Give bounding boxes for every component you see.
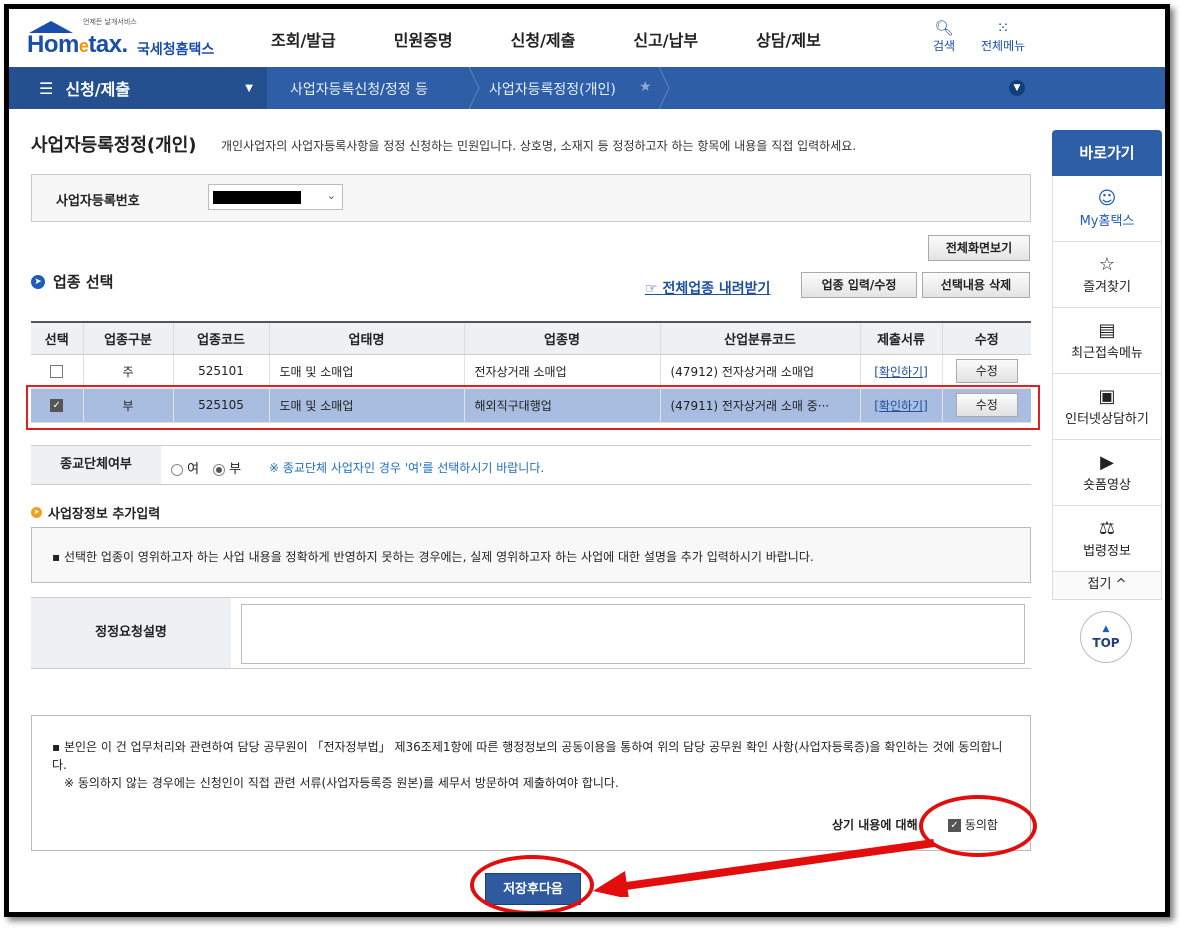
col-header-select: 선택 — [31, 321, 84, 355]
registration-number-select[interactable]: ⌄ — [208, 184, 343, 210]
row-industry: 전자상거래 소매업 — [464, 354, 661, 389]
row-docs-cell: [확인하기] — [860, 354, 943, 389]
consent-text: ▪ 본인은 이 건 업무처리와 관련하여 담당 공무원이 「전자정부법」 제36… — [52, 740, 1003, 772]
industry-input-button[interactable]: 업종 입력/수정 — [801, 272, 917, 298]
gnb-item-consult[interactable]: 상담/제보 — [756, 27, 821, 51]
extra-info-title: ➤ 사업장정보 추가입력 — [31, 503, 160, 522]
col-header-business: 업태명 — [269, 321, 465, 355]
rail-fold-button[interactable]: 접기 ^ — [1052, 572, 1162, 600]
menu-dropdown[interactable]: ☰ 신청/제출 ▼ — [9, 67, 267, 109]
hamburger-icon: ☰ — [39, 78, 54, 98]
col-header-edit: 수정 — [942, 321, 1031, 355]
arrow-circle-icon: ➤ — [31, 507, 42, 518]
correction-description-row: 정정요청설명 — [31, 597, 1031, 669]
col-header-class-code: 산업분류코드 — [660, 321, 861, 355]
row-edit-cell: 수정 — [942, 354, 1031, 389]
page-description: 개인사업자의 사업자등록사항을 정정 신청하는 민원입니다. 상호명, 소재지 … — [221, 139, 857, 153]
rail-item-online-consult[interactable]: ▣ 인터넷상담하기 — [1052, 374, 1162, 440]
grid-icon: ⁙ — [996, 19, 1010, 37]
religious-org-label: 종교단체여부 — [31, 446, 161, 484]
rail-item-favorites[interactable]: ☆ 즐겨찾기 — [1052, 242, 1162, 308]
chevron-down-icon[interactable]: ▼ — [1009, 80, 1025, 96]
breadcrumb-item-2[interactable]: 사업자등록정정(개인) — [489, 79, 616, 99]
row-checkbox[interactable] — [50, 365, 64, 378]
laptop-icon: ▣ — [1098, 386, 1116, 407]
annotation-circle-save — [470, 855, 594, 912]
edit-button[interactable]: 수정 — [955, 359, 1018, 383]
consent-question: 상기 내용에 대해 — [832, 818, 918, 832]
table-header-row: 선택 업종구분 업종코드 업태명 업종명 산업분류코드 제출서류 수정 — [31, 321, 1031, 355]
confirm-docs-link[interactable]: [확인하기] — [874, 365, 928, 379]
radio-yes-option[interactable]: 여 — [171, 458, 199, 477]
hometax-logo[interactable]: 언제든 날개서비스 Hometax. 국세청홈택스 — [27, 17, 227, 61]
gnb-item-report[interactable]: 신고/납부 — [633, 27, 698, 51]
breadcrumb-separator-icon — [468, 67, 480, 109]
registration-number-label: 사업자등록번호 — [56, 194, 140, 209]
global-nav: 조회/발급 민원증명 신청/제출 신고/납부 상담/제보 — [271, 27, 879, 51]
row-select-cell — [31, 354, 84, 389]
registration-number-box: 사업자등록번호 ⌄ — [31, 174, 1031, 222]
search-icon: 🔍︎ — [934, 19, 954, 37]
recent-search-icon: ▤ — [1098, 320, 1116, 341]
col-header-type: 업종구분 — [83, 321, 174, 355]
scroll-top-button[interactable]: ▲ TOP — [1080, 611, 1132, 663]
play-icon: ▶ — [1100, 452, 1114, 473]
gnb-item-certificate[interactable]: 민원증명 — [394, 27, 453, 51]
consent-box: ▪ 본인은 이 건 업무처리와 관련하여 담당 공무원이 「전자정부법」 제36… — [31, 715, 1031, 851]
gavel-icon: ⚖ — [1098, 518, 1116, 539]
rail-item-my-hometax[interactable]: ☺ My홈택스 — [1052, 176, 1162, 242]
correction-description-textarea[interactable] — [241, 604, 1025, 664]
breadcrumb-item-1[interactable]: 사업자등록신청/정정 등 — [290, 79, 428, 99]
fullscreen-button[interactable]: 전체화면보기 — [928, 235, 1030, 261]
row-type: 주 — [83, 354, 174, 389]
logo-wordmark: Hometax. — [27, 31, 128, 58]
gnb-item-inquiry[interactable]: 조회/발급 — [271, 27, 336, 51]
annotation-highlight-row — [26, 385, 1040, 430]
section-title-industry: ➤ 업종 선택 — [31, 271, 113, 292]
breadcrumb-bar: ☰ 신청/제출 ▼ 사업자등록신청/정정 등 사업자등록정정(개인) ★ ▼ — [9, 67, 1165, 109]
quick-links-rail: 바로가기 ☺ My홈택스 ☆ 즐겨찾기 ▤ 최근접속메뉴 ▣ 인터넷상담하기 ▶… — [1052, 130, 1162, 600]
logo-korean: 국세청홈택스 — [137, 42, 215, 58]
rail-item-recent-menu[interactable]: ▤ 최근접속메뉴 — [1052, 308, 1162, 374]
row-business: 도매 및 소매업 — [269, 354, 465, 389]
search-button[interactable]: 🔍︎ 검색 — [933, 19, 955, 54]
arrow-circle-icon: ➤ — [31, 274, 45, 289]
logo-tagline: 언제든 날개서비스 — [83, 18, 137, 26]
extra-info-notice: ▪ 선택한 업종이 영위하고자 하는 사업 내용을 정확하게 반영하지 못하는 … — [31, 527, 1031, 583]
col-header-docs: 제출서류 — [860, 321, 943, 355]
rail-item-shortform-video[interactable]: ▶ 숏폼영상 — [1052, 440, 1162, 506]
col-header-industry: 업종명 — [464, 321, 661, 355]
redacted-value — [213, 191, 301, 204]
breadcrumb-separator-icon — [658, 67, 670, 109]
caret-down-icon: ▼ — [245, 82, 253, 94]
top-header: 언제든 날개서비스 Hometax. 국세청홈택스 조회/발급 민원증명 신청/… — [9, 9, 1165, 67]
table-row: 주 525101 도매 및 소매업 전자상거래 소매업 (47912) 전자상거… — [31, 354, 1031, 389]
annotation-arrow-icon — [593, 839, 935, 897]
col-header-code: 업종코드 — [173, 321, 270, 355]
all-menu-button[interactable]: ⁙ 전체메뉴 — [981, 19, 1025, 54]
row-code: 525101 — [173, 354, 270, 389]
consent-note: ※ 동의하지 않는 경우에는 신청인이 직접 관련 서류(사업자등록증 원본)를… — [64, 776, 619, 790]
gnb-item-apply[interactable]: 신청/제출 — [511, 27, 576, 51]
caret-up-icon: ▲ — [1102, 624, 1110, 634]
browser-frame: 언제든 날개서비스 Hometax. 국세청홈택스 조회/발급 민원증명 신청/… — [4, 4, 1170, 917]
radio-no[interactable] — [213, 463, 225, 476]
radio-yes[interactable] — [171, 463, 183, 476]
religious-org-row: 종교단체여부 여 부 ※ 종교단체 사업자인 경우 '여'를 선택하시기 바랍니… — [31, 445, 1031, 485]
rail-item-law-info[interactable]: ⚖ 법령정보 — [1052, 506, 1162, 572]
star-icon: ☆ — [1098, 254, 1116, 275]
star-icon[interactable]: ★ — [639, 79, 652, 95]
user-icon: ☺ — [1097, 188, 1117, 209]
download-all-industries-link[interactable]: ☞ 전체업종 내려받기 — [645, 278, 770, 298]
correction-description-label: 정정요청설명 — [31, 598, 231, 668]
rail-header: 바로가기 — [1052, 130, 1162, 176]
page-title: 사업자등록정정(개인) — [31, 135, 197, 156]
radio-no-option[interactable]: 부 — [213, 458, 241, 477]
chevron-down-icon: ⌄ — [326, 189, 336, 202]
delete-selected-button[interactable]: 선택내용 삭제 — [922, 272, 1030, 298]
religious-note: ※ 종교단체 사업자인 경우 '여'를 선택하시기 바랍니다. — [269, 461, 545, 475]
row-class-code: (47912) 전자상거래 소매업 — [660, 354, 861, 389]
